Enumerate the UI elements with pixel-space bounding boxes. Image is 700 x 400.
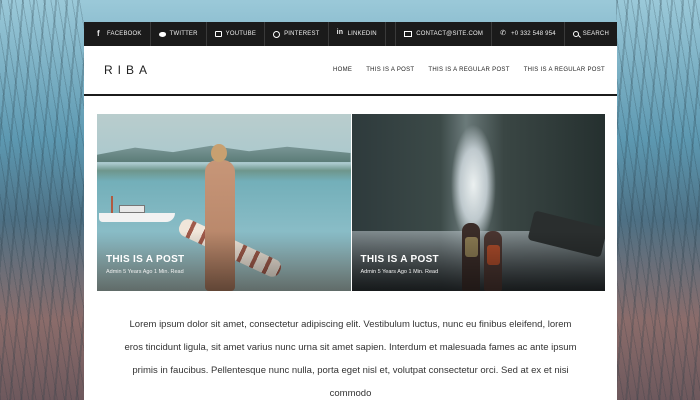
email-link[interactable]: CONTACT@SITE.COM bbox=[395, 22, 491, 46]
featured-posts: THIS IS A POST Admin 5 Years Ago 1 Min. … bbox=[97, 114, 605, 291]
search-button[interactable]: SEARCH bbox=[563, 22, 617, 46]
facebook-icon bbox=[96, 29, 103, 38]
post-title[interactable]: THIS IS A POST bbox=[106, 254, 184, 265]
facebook-link[interactable]: FACEBOOK bbox=[84, 22, 151, 46]
linkedin-link[interactable]: LINKEDIN bbox=[329, 22, 386, 46]
nav-item-post[interactable]: THIS IS A POST bbox=[366, 67, 414, 73]
search-label: SEARCH bbox=[582, 31, 609, 37]
background-forest-right bbox=[616, 0, 700, 400]
youtube-label: YOUTUBE bbox=[225, 31, 257, 37]
search-icon bbox=[572, 31, 579, 37]
twitter-icon bbox=[158, 31, 166, 37]
nav-item-home[interactable]: HOME bbox=[333, 67, 352, 73]
phone-label: +0 332 548 954 bbox=[511, 31, 556, 37]
twitter-label: TWITTER bbox=[169, 31, 198, 37]
featured-post-card[interactable]: THIS IS A POST Admin 5 Years Ago 1 Min. … bbox=[97, 114, 352, 291]
phone-link[interactable]: +0 332 548 954 bbox=[491, 22, 564, 46]
pinterest-icon bbox=[273, 30, 281, 38]
phone-icon bbox=[500, 29, 507, 38]
boat-image bbox=[99, 196, 175, 222]
site-container: FACEBOOK TWITTER YOUTUBE PINTEREST LINKE… bbox=[84, 22, 617, 400]
featured-post-card[interactable]: THIS IS A POST Admin 5 Years Ago 1 Min. … bbox=[351, 114, 605, 291]
linkedin-icon bbox=[337, 29, 344, 38]
post-caption: THIS IS A POST Admin 5 Years Ago 1 Min. … bbox=[106, 254, 184, 275]
post-meta: Admin 5 Years Ago 1 Min. Read bbox=[106, 269, 184, 275]
mail-icon bbox=[404, 31, 413, 37]
site-header: RIBA HOME THIS IS A POST THIS IS A REGUL… bbox=[84, 46, 617, 96]
twitter-link[interactable]: TWITTER bbox=[151, 22, 207, 46]
email-label: CONTACT@SITE.COM bbox=[416, 31, 484, 37]
pinterest-link[interactable]: PINTEREST bbox=[265, 22, 329, 46]
linkedin-label: LINKEDIN bbox=[347, 31, 377, 37]
post-meta: Admin 5 Years Ago 1 Min. Read bbox=[360, 269, 439, 275]
social-links: FACEBOOK TWITTER YOUTUBE PINTEREST LINKE… bbox=[84, 22, 386, 46]
youtube-link[interactable]: YOUTUBE bbox=[207, 22, 266, 46]
post-body-text: Lorem ipsum dolor sit amet, consectetur … bbox=[124, 319, 577, 399]
site-logo[interactable]: RIBA bbox=[104, 63, 152, 77]
youtube-icon bbox=[214, 31, 222, 37]
main-nav: HOME THIS IS A POST THIS IS A REGULAR PO… bbox=[333, 67, 605, 73]
post-caption: THIS IS A POST Admin 5 Years Ago 1 Min. … bbox=[361, 254, 439, 275]
contact-links: CONTACT@SITE.COM +0 332 548 954 SEARCH bbox=[395, 22, 617, 46]
pinterest-label: PINTEREST bbox=[284, 31, 320, 37]
nav-item-regular-post-1[interactable]: THIS IS A REGULAR POST bbox=[428, 67, 509, 73]
post-title[interactable]: THIS IS A POST bbox=[361, 254, 439, 265]
top-bar: FACEBOOK TWITTER YOUTUBE PINTEREST LINKE… bbox=[84, 22, 617, 46]
background-forest-left bbox=[0, 0, 84, 400]
facebook-label: FACEBOOK bbox=[107, 31, 142, 37]
nav-item-regular-post-2[interactable]: THIS IS A REGULAR POST bbox=[524, 67, 605, 73]
